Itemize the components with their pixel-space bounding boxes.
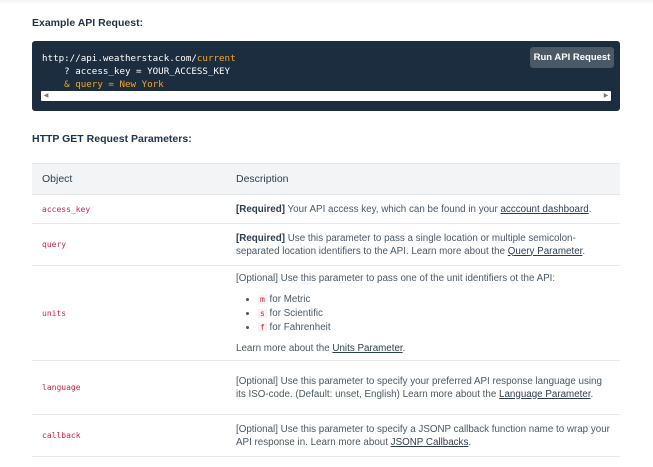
description-end: .	[402, 342, 406, 354]
units-parameter-link[interactable]: Units Parameter	[332, 343, 402, 354]
optional-tag: [Optional]	[236, 375, 278, 387]
url-base: http://api.weatherstack.com/	[42, 53, 197, 64]
unit-code: s	[258, 308, 267, 318]
column-header-description: Description	[226, 163, 620, 195]
param-name: access_key	[42, 204, 91, 214]
param-name: units	[42, 308, 67, 318]
horizontal-scrollbar[interactable]: ◀ ▶	[41, 91, 611, 101]
param-name: language	[42, 383, 81, 392]
unit-code: m	[258, 294, 267, 304]
param-name-cell: language	[32, 360, 226, 415]
description-end: .	[582, 245, 586, 257]
param-name: query	[42, 240, 67, 249]
url-endpoint: current	[196, 53, 236, 64]
column-header-object: Object	[32, 163, 226, 195]
url-access-key-line: ? access_key = YOUR_ACCESS_KEY	[42, 66, 231, 77]
required-tag: [Required]	[236, 203, 285, 215]
param-description: [Optional] Use this parameter to specify…	[226, 414, 620, 457]
table-row: units [Optional] Use this parameter to p…	[32, 265, 620, 361]
description-end: .	[590, 388, 594, 400]
param-description: [Optional] Use this parameter to specify…	[226, 360, 620, 415]
table-header-row: Object Description	[32, 163, 620, 195]
param-name-cell: query	[32, 223, 226, 266]
list-item: m for Metric	[258, 293, 610, 306]
account-dashboard-link[interactable]: acccount dashboard	[500, 204, 588, 215]
request-url: http://api.weatherstack.com/current ? ac…	[42, 52, 236, 91]
run-api-request-button[interactable]: Run API Request	[530, 47, 614, 68]
params-heading: HTTP GET Request Parameters:	[32, 133, 192, 145]
table-row: query [Required] Use this parameter to p…	[32, 223, 620, 266]
unit-label: for Metric	[266, 293, 311, 305]
url-query-line: & query = New York	[42, 79, 164, 90]
param-description: [Required] Your API access key, which ca…	[226, 194, 620, 224]
unit-label: for Scientific	[266, 307, 323, 319]
optional-tag: [Optional]	[236, 423, 278, 435]
code-block: http://api.weatherstack.com/current ? ac…	[32, 41, 620, 111]
unit-list: m for Metric s for Scientific f for Fahr…	[236, 293, 610, 334]
query-parameter-link[interactable]: Query Parameter	[508, 246, 583, 257]
param-description: [Optional] Use this parameter to pass on…	[226, 265, 620, 361]
list-item: f for Fahrenheit	[258, 321, 610, 334]
jsonp-callbacks-link[interactable]: JSONP Callbacks	[391, 437, 469, 448]
param-name-cell: access_key	[32, 194, 226, 224]
top-fade	[0, 0, 653, 4]
list-item: s for Scientific	[258, 307, 610, 320]
param-description: [Required] Use this parameter to pass a …	[226, 223, 620, 266]
example-request-heading: Example API Request:	[32, 17, 144, 29]
language-parameter-link[interactable]: Language Parameter	[499, 389, 591, 400]
required-tag: [Required]	[236, 232, 285, 244]
table-row: callback [Optional] Use this parameter t…	[32, 414, 620, 457]
table-row: access_key [Required] Your API access ke…	[32, 194, 620, 224]
unit-code: f	[258, 322, 267, 332]
description-end: .	[468, 436, 472, 448]
unit-label: for Fahrenheit	[266, 321, 331, 333]
optional-tag: [Optional]	[236, 272, 278, 284]
scroll-right-icon[interactable]: ▶	[601, 91, 611, 101]
param-name-cell: units	[32, 265, 226, 361]
param-name-cell: callback	[32, 414, 226, 457]
learn-more-text: Learn more about the	[236, 342, 333, 354]
scroll-left-icon[interactable]: ◀	[41, 91, 51, 101]
parameters-table: Object Description access_key [Required]…	[32, 163, 620, 457]
description-text: Use this parameter to pass one of the un…	[277, 272, 556, 284]
param-name: callback	[42, 431, 81, 440]
description-text: Your API access key, which can be found …	[285, 203, 501, 215]
table-row: language [Optional] Use this parameter t…	[32, 360, 620, 415]
description-end: .	[588, 203, 592, 215]
